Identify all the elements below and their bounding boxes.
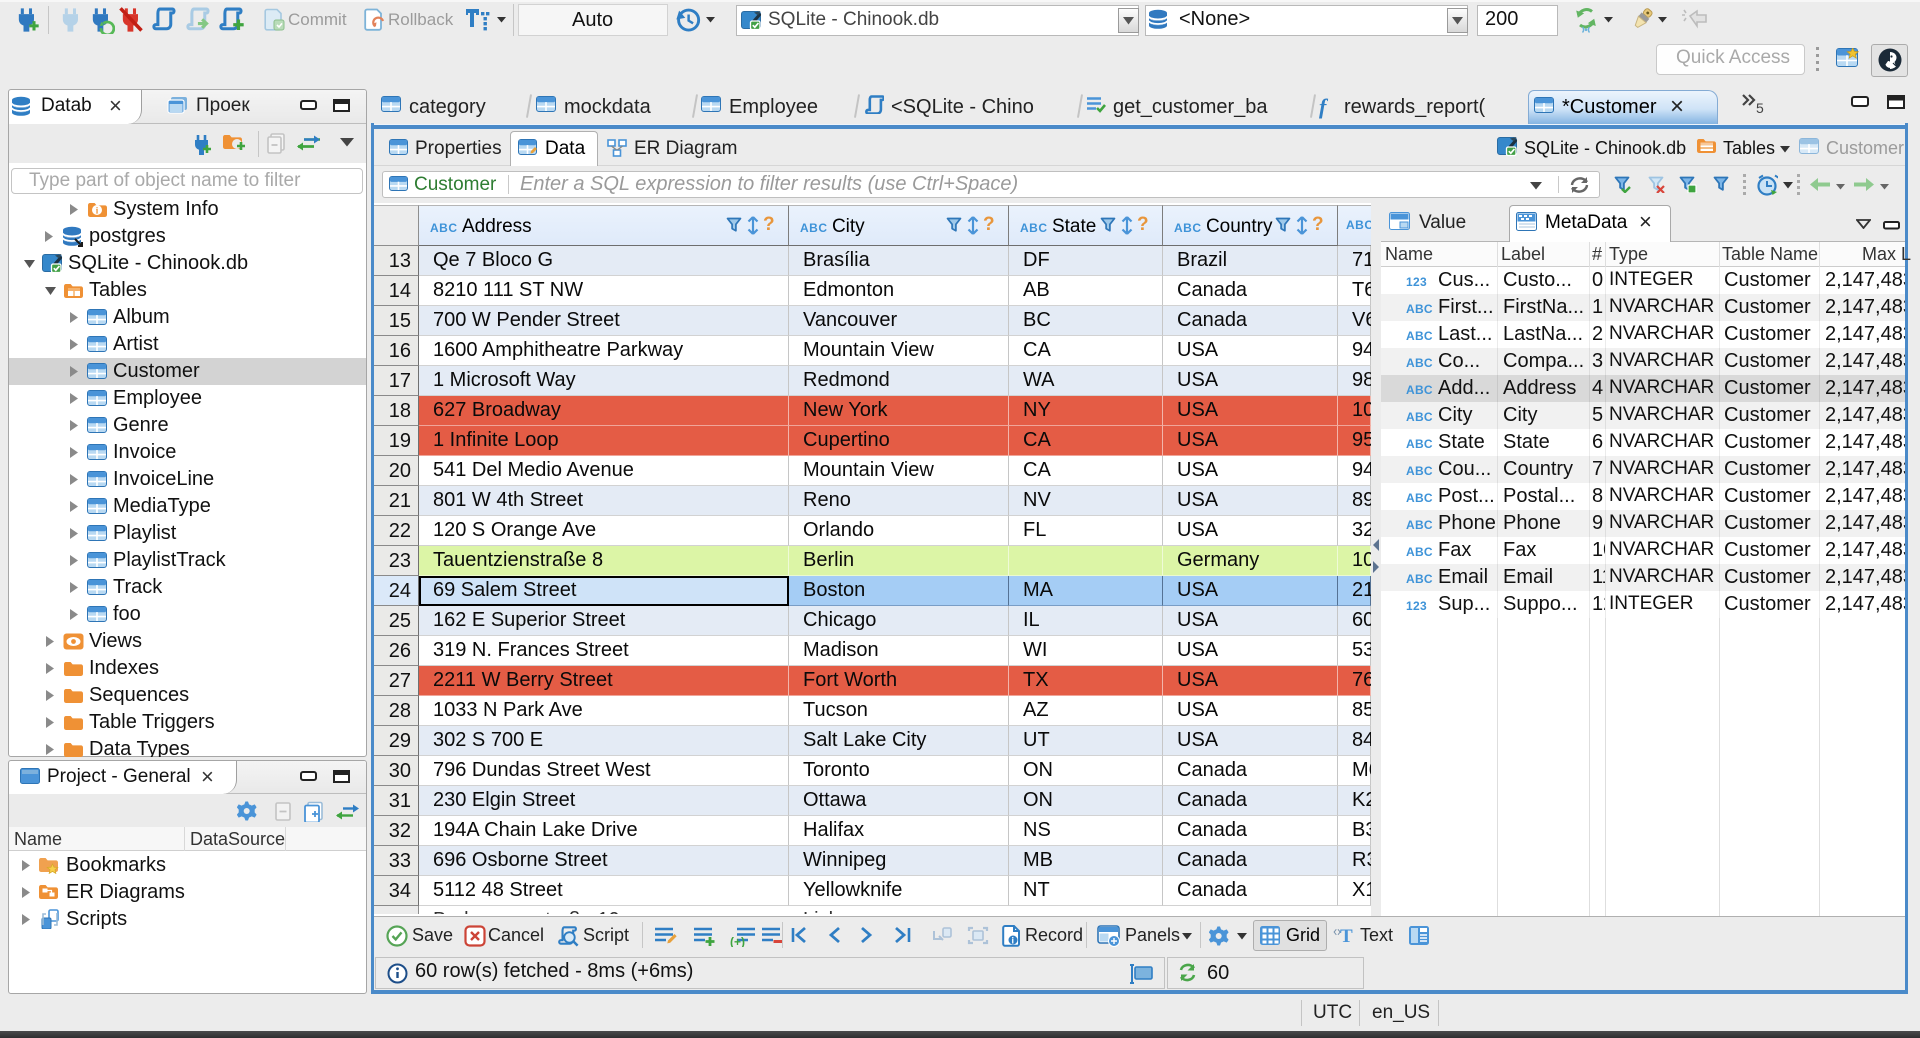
svg-text:i: i	[1012, 936, 1015, 946]
svg-text:(+): (+)	[730, 935, 745, 947]
svg-text:T: T	[1340, 926, 1353, 945]
